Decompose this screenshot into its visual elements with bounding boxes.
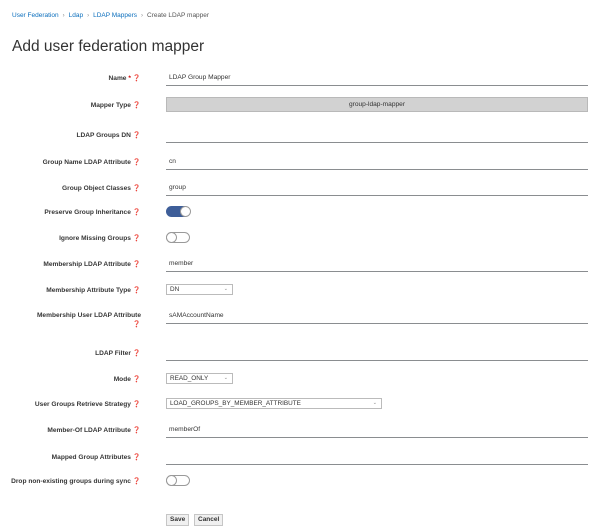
ignore-missing-toggle[interactable] — [166, 232, 190, 243]
membership-attr-type-select[interactable]: DN ⌄ — [166, 284, 233, 295]
help-icon[interactable]: ❓ — [133, 185, 141, 192]
help-icon[interactable]: ❓ — [133, 287, 141, 294]
help-icon[interactable]: ❓ — [133, 376, 141, 383]
ldap-filter-label: LDAP Filter ❓ — [95, 350, 141, 357]
chevron-down-icon: ⌄ — [223, 375, 228, 381]
help-icon[interactable]: ❓ — [133, 454, 141, 461]
breadcrumb-ldap-mappers[interactable]: LDAP Mappers — [93, 12, 137, 19]
drop-nonexisting-label: Drop non-existing groups during sync ❓ — [11, 478, 141, 485]
membership-user-attr-label: Membership User LDAP Attribute ❓ — [36, 312, 141, 328]
membership-attr-input[interactable] — [166, 256, 588, 272]
breadcrumb-separator: › — [141, 13, 144, 19]
toggle-knob — [166, 232, 177, 243]
preserve-inheritance-label: Preserve Group Inheritance ❓ — [44, 209, 141, 216]
group-name-attr-input[interactable] — [166, 154, 588, 170]
select-value: LOAD_GROUPS_BY_MEMBER_ATTRIBUTE — [170, 400, 301, 407]
help-icon[interactable]: ❓ — [133, 350, 141, 357]
member-of-attr-label: Member-Of LDAP Attribute ❓ — [47, 427, 141, 434]
membership-user-attr-input[interactable] — [166, 308, 588, 324]
membership-attr-label: Membership LDAP Attribute ❓ — [43, 261, 141, 268]
help-icon[interactable]: ❓ — [133, 209, 141, 216]
name-input[interactable] — [166, 70, 588, 86]
preserve-inheritance-toggle[interactable] — [166, 206, 191, 217]
help-icon[interactable]: ❓ — [133, 75, 141, 82]
help-icon[interactable]: ❓ — [133, 261, 141, 268]
ldap-filter-input[interactable] — [166, 345, 588, 361]
mode-select[interactable]: READ_ONLY ⌄ — [166, 373, 233, 384]
help-icon[interactable]: ❓ — [133, 235, 141, 242]
mapped-group-attrs-label: Mapped Group Attributes ❓ — [51, 454, 141, 461]
ldap-groups-dn-input[interactable] — [166, 127, 588, 143]
help-icon[interactable]: ❓ — [133, 132, 141, 139]
chevron-down-icon: ⌄ — [372, 400, 377, 406]
help-icon[interactable]: ❓ — [133, 478, 141, 485]
group-name-attr-label: Group Name LDAP Attribute ❓ — [42, 159, 141, 166]
select-value: READ_ONLY — [170, 375, 209, 382]
save-button[interactable]: Save — [166, 514, 190, 526]
breadcrumb-separator: › — [62, 13, 65, 19]
retrieve-strategy-select[interactable]: LOAD_GROUPS_BY_MEMBER_ATTRIBUTE ⌄ — [166, 398, 382, 409]
ldap-groups-dn-label: LDAP Groups DN ❓ — [76, 132, 141, 139]
mapper-type-field: group-ldap-mapper — [166, 97, 588, 112]
chevron-down-icon: ⌄ — [223, 286, 228, 292]
drop-nonexisting-toggle[interactable] — [166, 475, 190, 486]
membership-attr-type-label: Membership Attribute Type ❓ — [46, 287, 141, 294]
mapped-group-attrs-input[interactable] — [166, 449, 588, 465]
toggle-knob — [180, 206, 191, 217]
group-object-classes-label: Group Object Classes ❓ — [62, 185, 141, 192]
group-object-classes-input[interactable] — [166, 180, 588, 196]
name-label: Name * ❓ — [108, 75, 141, 82]
breadcrumb-ldap[interactable]: Ldap — [69, 12, 83, 19]
cancel-button[interactable]: Cancel — [194, 514, 224, 526]
help-icon[interactable]: ❓ — [133, 401, 141, 408]
page-title: Add user federation mapper — [12, 38, 205, 55]
help-icon[interactable]: ❓ — [133, 102, 141, 109]
help-icon[interactable]: ❓ — [133, 159, 141, 166]
ignore-missing-label: Ignore Missing Groups ❓ — [59, 235, 141, 242]
help-icon[interactable]: ❓ — [133, 321, 141, 328]
toggle-knob — [166, 475, 177, 486]
mode-label: Mode ❓ — [113, 376, 141, 383]
required-mark: * — [128, 75, 131, 82]
breadcrumb: User Federation › Ldap › LDAP Mappers › Create… — [12, 12, 209, 19]
retrieve-strategy-label: User Groups Retrieve Strategy ❓ — [34, 401, 141, 408]
member-of-attr-input[interactable] — [166, 422, 588, 438]
help-icon[interactable]: ❓ — [133, 427, 141, 434]
select-value: DN — [170, 286, 180, 293]
mapper-type-label: Mapper Type ❓ — [90, 102, 141, 109]
breadcrumb-current: Create LDAP mapper — [147, 12, 210, 19]
breadcrumb-separator: › — [87, 13, 90, 19]
breadcrumb-user-federation[interactable]: User Federation — [12, 12, 59, 19]
